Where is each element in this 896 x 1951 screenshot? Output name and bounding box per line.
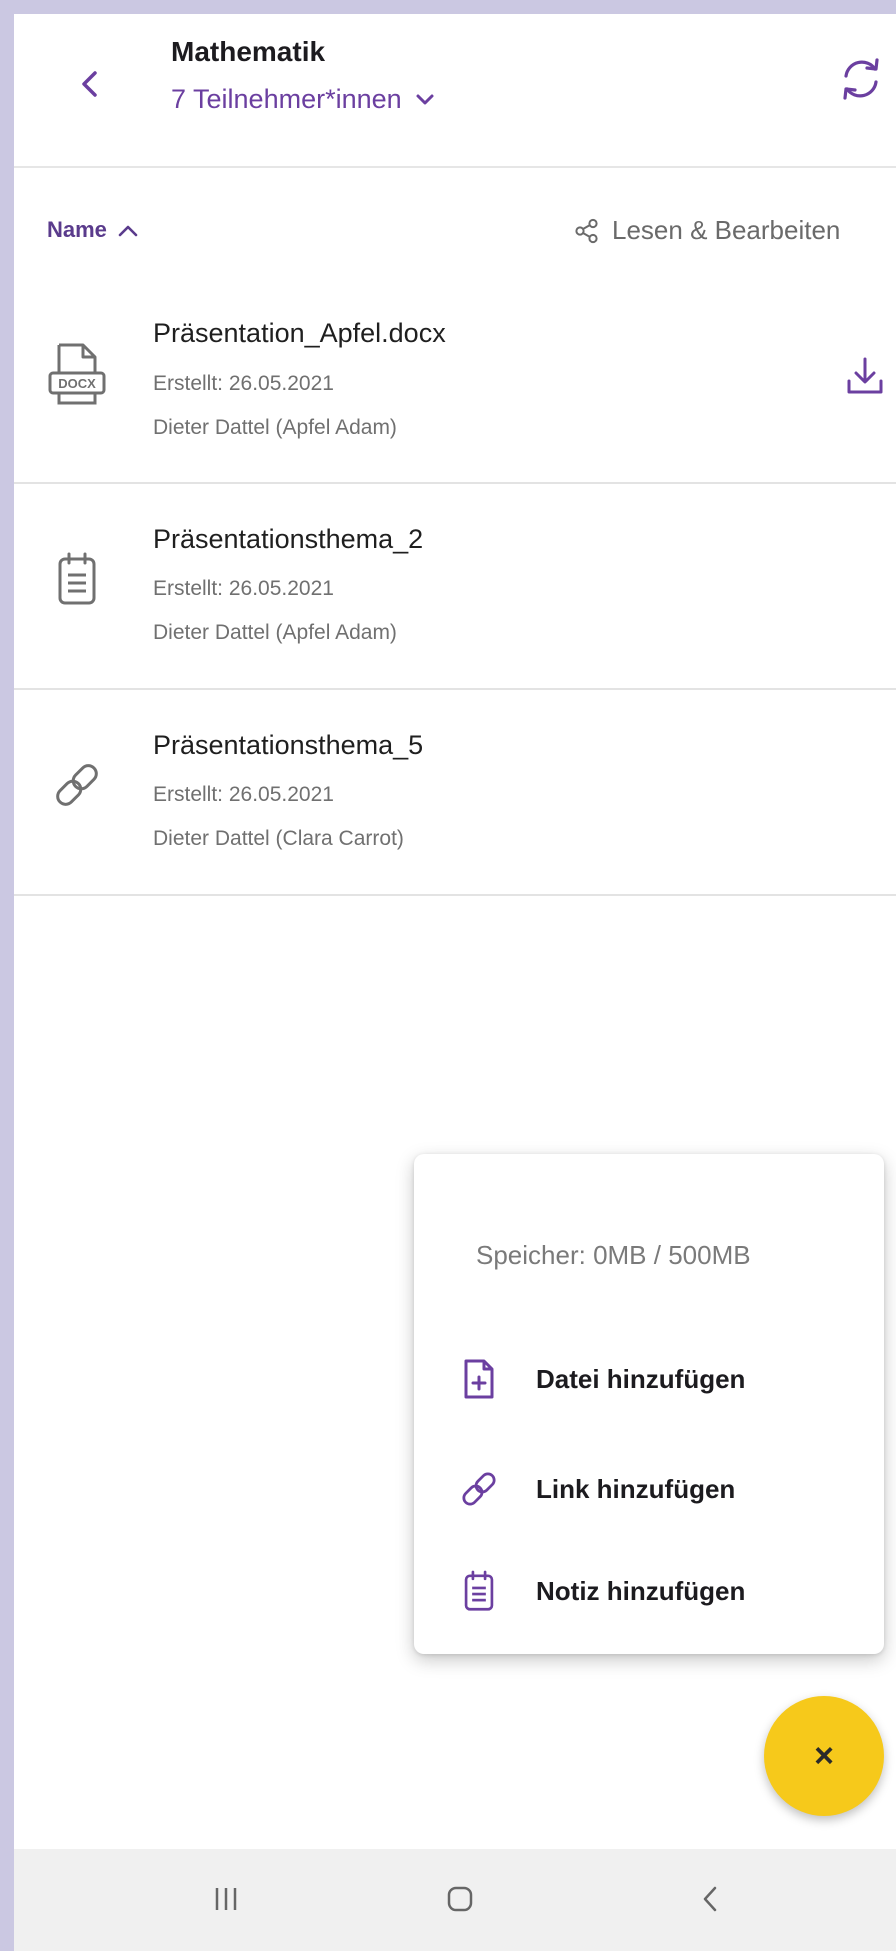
file-created: Erstellt: 26.05.2021 (153, 577, 334, 600)
chevron-down-icon (416, 94, 434, 104)
link-icon (456, 1464, 502, 1514)
participants-label: 7 Teilnehmer*innen (171, 84, 402, 114)
add-link-menu-item[interactable]: Link hinzufügen (456, 1454, 876, 1524)
file-author: Dieter Dattel (Clara Carrot) (153, 827, 404, 850)
permission-label: Lesen & Bearbeiten (612, 215, 841, 245)
back-button[interactable] (59, 54, 119, 114)
link-icon (47, 750, 107, 820)
list-item[interactable]: DOCX Präsentation_Apfel.docx Erstellt: 2… (14, 279, 896, 483)
add-note-menu-item[interactable]: Notiz hinzufügen (456, 1556, 876, 1626)
list-item[interactable]: Präsentationsthema_5 Erstellt: 26.05.202… (14, 690, 896, 894)
list-divider (14, 894, 896, 896)
add-file-menu-item[interactable]: Datei hinzufügen (456, 1344, 876, 1414)
note-icon (456, 1566, 502, 1616)
file-author: Dieter Dattel (Apfel Adam) (153, 416, 397, 439)
download-icon (847, 357, 883, 394)
file-name: Präsentation_Apfel.docx (153, 318, 446, 348)
refresh-icon (843, 58, 879, 100)
recent-apps-button[interactable] (186, 1869, 266, 1929)
add-link-label: Link hinzufügen (536, 1473, 736, 1504)
share-icon (575, 218, 598, 243)
docx-file-icon: DOCX (47, 341, 107, 411)
share-permission[interactable]: Lesen & Bearbeiten (574, 215, 840, 246)
storage-usage: Speicher: 0MB / 500MB (476, 1240, 751, 1270)
file-created: Erstellt: 26.05.2021 (153, 783, 334, 806)
close-menu-fab[interactable]: × (764, 1696, 884, 1816)
add-file-label: Datei hinzufügen (536, 1363, 746, 1394)
note-icon (47, 544, 107, 614)
system-nav-bar (14, 1849, 896, 1951)
sort-by-name-button[interactable]: Name (47, 217, 139, 243)
recent-apps-icon (215, 1888, 237, 1910)
chevron-left-icon (703, 1886, 717, 1912)
system-back-button[interactable] (670, 1869, 750, 1929)
file-created: Erstellt: 26.05.2021 (153, 372, 334, 395)
file-name: Präsentationsthema_2 (153, 524, 424, 554)
file-add-icon (456, 1354, 502, 1404)
home-button[interactable] (420, 1869, 500, 1929)
file-name: Präsentationsthema_5 (153, 730, 424, 760)
add-menu: Speicher: 0MB / 500MB Datei hinzufügen L… (414, 1154, 884, 1654)
participants-dropdown[interactable]: 7 Teilnehmer*innen (171, 84, 436, 115)
home-icon (447, 1886, 473, 1912)
close-icon: × (814, 1736, 834, 1775)
chevron-left-icon (82, 71, 97, 97)
app-header: Mathematik 7 Teilnehmer*innen (14, 14, 896, 166)
page-title: Mathematik (171, 36, 326, 67)
download-button[interactable] (834, 345, 896, 407)
add-note-label: Notiz hinzufügen (536, 1575, 746, 1606)
chevron-up-icon (118, 225, 138, 237)
file-author: Dieter Dattel (Apfel Adam) (153, 621, 397, 644)
list-item[interactable]: Präsentationsthema_2 Erstellt: 26.05.202… (14, 484, 896, 688)
sort-label: Name (47, 217, 107, 242)
refresh-button[interactable] (826, 44, 896, 114)
svg-text:DOCX: DOCX (58, 376, 96, 391)
header-divider (14, 166, 896, 168)
app-screen: Mathematik 7 Teilnehmer*innen Name Lesen… (14, 14, 896, 1951)
sort-bar: Name Lesen & Bearbeiten (14, 209, 896, 259)
